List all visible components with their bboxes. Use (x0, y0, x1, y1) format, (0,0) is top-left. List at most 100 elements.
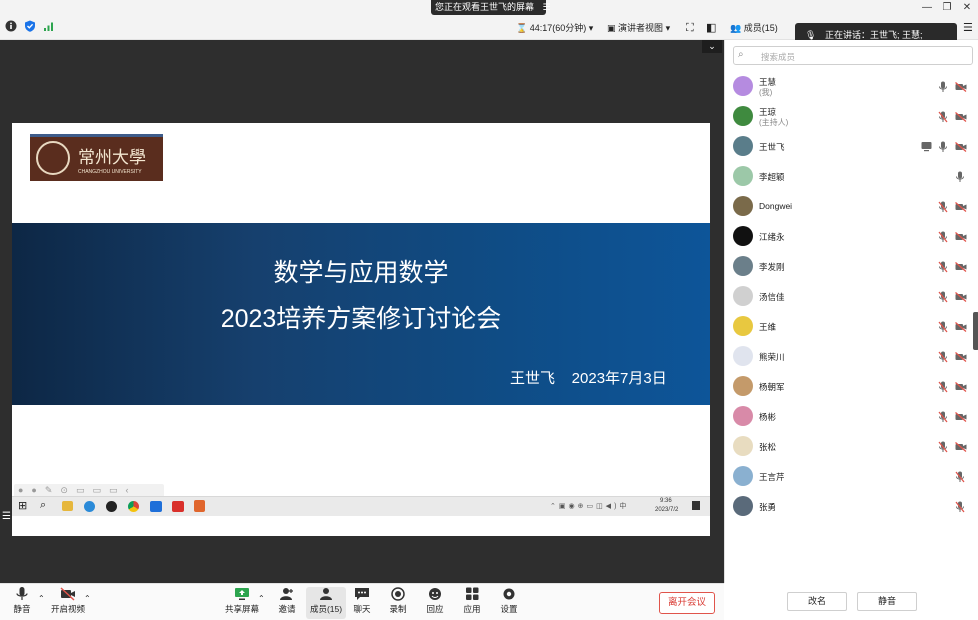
member-row[interactable]: 杨朝军 (725, 372, 978, 402)
signal-icon[interactable] (43, 20, 55, 36)
record-button[interactable]: 录制 (378, 587, 418, 619)
mic-muted-icon[interactable] (938, 201, 948, 213)
mic-icon[interactable] (938, 81, 948, 93)
video-off-icon[interactable] (955, 441, 967, 453)
video-off-icon[interactable] (955, 411, 967, 423)
video-off-icon[interactable] (955, 381, 967, 393)
start-video-button[interactable]: 开启视频 (48, 587, 88, 619)
notification-icon[interactable] (692, 501, 700, 510)
annotation-tool-icons[interactable]: ●●✎⊙▭▭▭‹ (18, 485, 136, 496)
invite-button[interactable]: 邀请 (267, 587, 307, 619)
slide-presenter-date: 王世飞 2023年7月3日 (510, 370, 667, 387)
mic-muted-icon[interactable] (938, 411, 948, 423)
folder-icon[interactable] (62, 501, 73, 511)
restore-icon[interactable]: ❐ (940, 1, 954, 14)
member-row[interactable]: 王维 (725, 312, 978, 342)
chevron-up-icon[interactable]: ⌃ (258, 594, 265, 603)
members-tab[interactable]: 👥 成员(15) (730, 20, 778, 36)
mic-muted-icon[interactable] (938, 261, 948, 273)
apps-button[interactable]: 应用 (452, 587, 492, 619)
member-row[interactable]: Dongwei (725, 192, 978, 222)
panel-scrollbar[interactable] (973, 312, 978, 350)
mic-muted-icon[interactable] (938, 111, 948, 123)
qq-icon[interactable] (106, 501, 117, 512)
mic-muted-icon[interactable] (938, 441, 948, 453)
search-icon[interactable]: ⌕ (40, 499, 46, 512)
mic-muted-icon[interactable] (955, 471, 965, 483)
chrome-icon[interactable] (128, 501, 139, 512)
avatar (733, 316, 753, 336)
member-row[interactable]: 张松 (725, 432, 978, 462)
member-row[interactable]: 王慧 (我) (725, 72, 978, 102)
mic-muted-icon[interactable] (938, 321, 948, 333)
sidebar-toggle-icon[interactable]: ◧ (706, 20, 716, 36)
member-search-input[interactable]: ⌕ 搜索成员 (733, 46, 973, 65)
member-name: 熊荣川 (759, 352, 785, 362)
info-icon[interactable] (5, 20, 17, 36)
member-row[interactable]: 王琼 (主持人) (725, 102, 978, 132)
member-row[interactable]: 李超颖 (725, 162, 978, 192)
edge-icon[interactable] (84, 501, 95, 512)
logo-subtext: CHANGZHOU UNIVERSITY (78, 169, 142, 175)
share-screen-button[interactable]: 共享屏幕 (222, 587, 262, 619)
members-label: 成员(15) (309, 604, 343, 614)
video-off-icon[interactable] (955, 321, 967, 333)
mute-all-button[interactable]: 静音 (857, 592, 917, 611)
video-off-icon[interactable] (955, 141, 967, 153)
chat-button[interactable]: 聊天 (342, 587, 382, 619)
video-off-icon[interactable] (955, 351, 967, 363)
video-off-icon[interactable] (955, 261, 967, 273)
powerpoint-icon[interactable] (194, 500, 205, 512)
member-row[interactable]: 汤信佳 (725, 282, 978, 312)
chevron-up-icon[interactable]: ⌃ (38, 594, 45, 603)
fullscreen-icon[interactable]: ⛶ (686, 20, 694, 36)
shield-icon[interactable] (24, 20, 36, 36)
list-menu-icon[interactable]: ☰ (2, 511, 20, 525)
settings-button[interactable]: 设置 (489, 587, 529, 619)
members-button[interactable]: 成员(15) (306, 587, 346, 619)
view-mode-dropdown[interactable]: ▣ 演讲者视图 ▾ (607, 20, 670, 36)
mic-muted-icon[interactable] (955, 501, 965, 513)
mic-muted-icon[interactable] (938, 291, 948, 303)
close-icon[interactable]: ✕ (960, 1, 974, 14)
mic-muted-icon[interactable] (938, 231, 948, 243)
member-row[interactable]: 杨彬 (725, 402, 978, 432)
chat-label: 聊天 (353, 604, 371, 614)
avatar (733, 76, 753, 96)
screen-share-icon (921, 141, 932, 153)
tencent-meeting-icon[interactable] (150, 501, 162, 512)
invite-icon (280, 588, 293, 600)
member-row[interactable]: 王言芹 (725, 462, 978, 492)
respond-icon (429, 588, 441, 600)
mic-icon[interactable] (955, 171, 965, 183)
mute-label: 静音 (13, 604, 31, 614)
member-row[interactable]: 熊荣川 (725, 342, 978, 372)
meeting-timer[interactable]: ⌛ 44:17(60分钟) ▾ (516, 20, 593, 36)
video-off-icon[interactable] (955, 201, 967, 213)
member-row[interactable]: 张勇 (725, 492, 978, 522)
settings-label: 设置 (500, 604, 518, 614)
collapse-icon[interactable]: ⌄ (702, 40, 722, 53)
minimize-icon[interactable]: — (920, 1, 934, 14)
mic-muted-icon[interactable] (938, 381, 948, 393)
video-off-icon[interactable] (955, 81, 967, 93)
avatar (733, 286, 753, 306)
member-row[interactable]: 江绪永 (725, 222, 978, 252)
apps-label: 应用 (463, 604, 481, 614)
mic-icon[interactable] (938, 141, 948, 153)
mute-button[interactable]: 静音 (2, 587, 42, 619)
member-row[interactable]: 王世飞 (725, 132, 978, 162)
video-off-icon[interactable] (955, 291, 967, 303)
wps-icon[interactable] (172, 501, 184, 512)
menu-icon[interactable]: ☰ (963, 20, 973, 36)
mic-muted-icon[interactable] (938, 351, 948, 363)
video-off-icon[interactable] (955, 111, 967, 123)
rename-button[interactable]: 改名 (787, 592, 847, 611)
respond-button[interactable]: 回应 (415, 587, 455, 619)
member-row[interactable]: 李发刚 (725, 252, 978, 282)
video-off-icon[interactable] (955, 231, 967, 243)
chevron-up-icon[interactable]: ⌃ (84, 594, 91, 603)
share-banner[interactable]: 您正在观看王世飞的屏幕 ☰ (431, 0, 551, 15)
tray-icons[interactable]: ⌃▣◉⊕▭◫◀)中 (550, 501, 629, 511)
leave-meeting-button[interactable]: 离开会议 (659, 592, 715, 614)
